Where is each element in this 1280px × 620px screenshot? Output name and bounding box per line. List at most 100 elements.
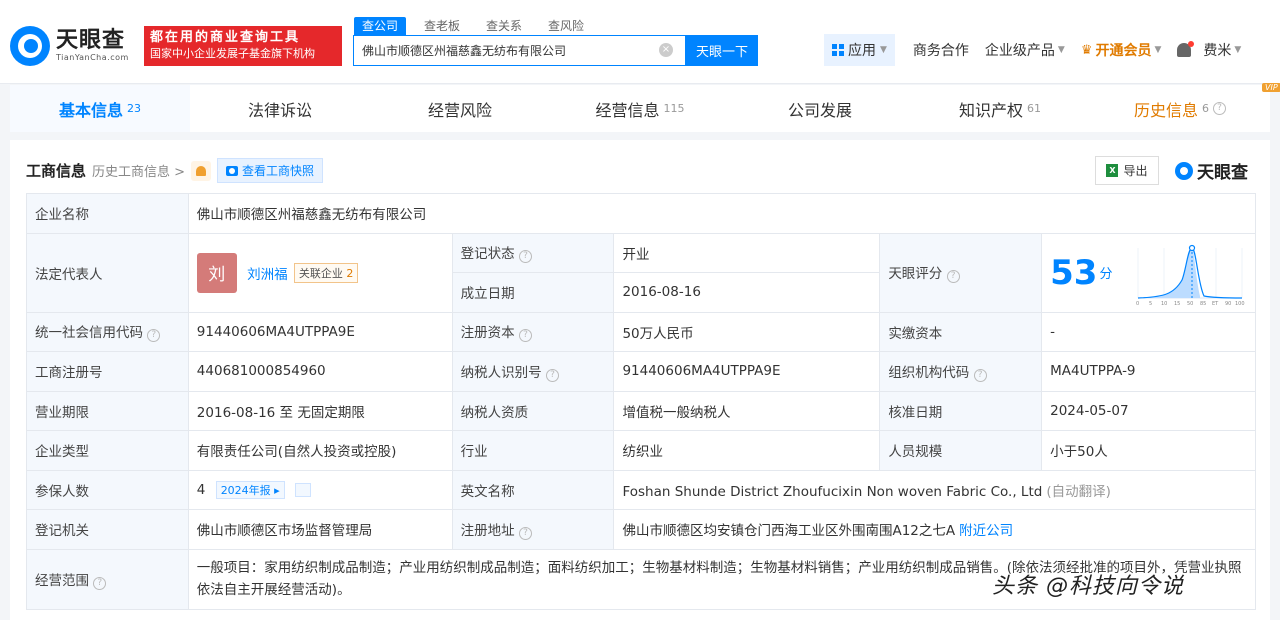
value-en-name: Foshan Shunde District Zhoufucixin Non w… xyxy=(613,469,1256,510)
notification-bell-icon[interactable] xyxy=(1177,41,1195,57)
apps-label: 应用 xyxy=(848,43,876,59)
tab-basic-info[interactable]: 基本信息 23 xyxy=(10,85,190,132)
crown-icon: ♛ xyxy=(1080,42,1093,58)
label-industry: 行业 xyxy=(451,430,615,471)
value-type: 有限责任公司(自然人投资或控股) xyxy=(187,430,453,471)
monitor-bell-icon[interactable] xyxy=(191,160,212,181)
help-icon[interactable]: ? xyxy=(973,368,987,382)
value-reg-status: 开业 xyxy=(613,232,881,273)
tab-business-info[interactable]: 经营信息 115 xyxy=(550,85,730,132)
label-score: 天眼评分 ? xyxy=(879,232,1043,313)
label-reg-capital: 注册资本 ? xyxy=(451,311,615,352)
value-score[interactable]: 53 分 0 5 10 15 50 85 ET 90 100 xyxy=(1041,232,1256,313)
history-info-link[interactable]: 历史工商信息 > xyxy=(92,161,185,180)
search-input[interactable] xyxy=(354,36,654,65)
grid-icon xyxy=(832,44,844,56)
help-icon[interactable]: ? xyxy=(518,250,532,264)
camera-icon xyxy=(226,165,239,176)
auto-translate-note: (自动翻译) xyxy=(1046,483,1111,500)
svg-text:50: 50 xyxy=(1187,301,1193,306)
help-icon[interactable]: ? xyxy=(946,270,960,283)
chevron-down-icon: ▼ xyxy=(1154,45,1162,55)
related-companies-tag[interactable]: 关联企业 2 xyxy=(293,262,359,283)
tab-ip[interactable]: 知识产权 61 xyxy=(910,85,1090,132)
annual-report-tag[interactable]: 2024年报 ▸ xyxy=(215,480,285,499)
table-row: 企业类型 有限责任公司(自然人投资或控股) 行业 纺织业 人员规模 小于50人 xyxy=(26,430,1256,471)
search-button[interactable]: 天眼一下 xyxy=(686,35,758,66)
top-nav: 应用 ▼ 商务合作 企业级产品 ▼ ♛ 开通会员 ▼ 费米 ▼ xyxy=(824,34,1257,66)
label-company-name: 企业名称 xyxy=(26,193,189,234)
svg-text:5: 5 xyxy=(1149,301,1152,306)
label-scope: 经营范围 ? xyxy=(26,548,189,610)
chevron-down-icon: ▼ xyxy=(1234,45,1242,55)
export-button[interactable]: X 导出 xyxy=(1095,156,1159,185)
help-icon[interactable]: ? xyxy=(518,329,532,343)
label-staff: 人员规模 xyxy=(879,430,1043,471)
label-address: 注册地址 ? xyxy=(451,509,615,550)
trend-chart-icon[interactable] xyxy=(295,482,312,497)
value-org-code: MA4UTPPA-9 xyxy=(1041,351,1256,392)
value-company-name: 佛山市顺德区州福慈鑫无纺布有限公司 xyxy=(187,193,1257,234)
logo[interactable]: 天眼查 TianYanCha.com xyxy=(10,26,129,66)
label-insured: 参保人数 xyxy=(26,469,189,510)
table-row: 法定代表人 刘 刘洲福 关联企业 2 登记状态 ? 开业 天眼评分 ? 53分 xyxy=(26,232,1256,313)
value-paid-capital: - xyxy=(1041,311,1256,352)
value-insured: 4 2024年报 ▸ xyxy=(187,469,453,510)
help-icon[interactable]: ? xyxy=(518,526,532,540)
label-paid-capital: 实缴资本 xyxy=(879,311,1043,352)
value-staff: 小于50人 xyxy=(1041,430,1256,471)
label-taxpayer-id: 纳税人识别号 ? xyxy=(451,351,615,392)
table-row: 企业名称 佛山市顺德区州福慈鑫无纺布有限公司 xyxy=(26,193,1257,234)
help-icon[interactable]: ? xyxy=(147,329,161,343)
snapshot-button[interactable]: 查看工商快照 xyxy=(217,158,324,183)
value-authority: 佛山市顺德区市场监督管理局 xyxy=(187,509,453,550)
search-tab-risk[interactable]: 查风险 xyxy=(540,17,592,35)
help-icon[interactable]: ? xyxy=(545,368,559,382)
nav-cooperation[interactable]: 商务合作 xyxy=(913,40,969,60)
help-icon[interactable]: ? xyxy=(93,576,107,590)
svg-text:ET: ET xyxy=(1212,301,1219,306)
label-found-date: 成立日期 xyxy=(451,272,615,313)
nearby-companies-link[interactable]: 附近公司 xyxy=(959,523,1013,539)
value-address: 佛山市顺德区均安镇仓门西海工业区外围南围A12之七A 附近公司 xyxy=(613,509,1256,550)
top-bar: 天眼查 TianYanCha.com 都在用的商业查询工具 国家中小企业发展子基… xyxy=(0,0,1280,84)
value-approve-date: 2024-05-07 xyxy=(1041,390,1256,431)
svg-text:10: 10 xyxy=(1161,301,1167,306)
clear-icon[interactable]: × xyxy=(659,43,673,57)
label-credit-code: 统一社会信用代码 ? xyxy=(26,311,189,352)
apps-menu[interactable]: 应用 ▼ xyxy=(824,34,895,66)
tab-history[interactable]: VIP 历史信息 6 ? xyxy=(1090,83,1280,132)
help-icon[interactable]: ? xyxy=(1213,102,1226,115)
promo-banner[interactable]: 都在用的商业查询工具 国家中小企业发展子基金旗下机构 xyxy=(144,26,342,66)
nav-vip[interactable]: ♛ 开通会员 ▼ xyxy=(1081,40,1162,60)
brand-mark: 天眼查 xyxy=(1175,158,1248,183)
nav-enterprise[interactable]: 企业级产品 ▼ xyxy=(985,40,1065,60)
eye-logo-icon xyxy=(10,26,50,66)
tab-development[interactable]: 公司发展 xyxy=(730,85,910,132)
label-taxpayer-qual: 纳税人资质 xyxy=(451,390,615,431)
svg-text:0: 0 xyxy=(1136,301,1139,306)
label-reg-no: 工商注册号 xyxy=(26,351,189,392)
label-legal-rep: 法定代表人 xyxy=(26,232,189,313)
label-en-name: 英文名称 xyxy=(451,469,615,510)
promo-line-2: 国家中小企业发展子基金旗下机构 xyxy=(150,47,315,60)
tab-lawsuits[interactable]: 法律诉讼 xyxy=(190,85,370,132)
table-row: 登记机关 佛山市顺德区市场监督管理局 注册地址 ? 佛山市顺德区均安镇仓门西海工… xyxy=(26,509,1256,550)
user-menu[interactable]: 费米 ▼ xyxy=(1203,40,1241,60)
avatar: 刘 xyxy=(196,252,237,293)
label-term: 营业期限 xyxy=(26,390,189,431)
label-org-code: 组织机构代码 ? xyxy=(879,351,1043,392)
info-table: 企业名称 佛山市顺德区州福慈鑫无纺布有限公司 法定代表人 刘 刘洲福 关联企业 … xyxy=(26,193,1257,610)
search-tab-company[interactable]: 查公司 xyxy=(354,17,407,35)
legal-rep-link[interactable]: 刘洲福 xyxy=(247,267,288,283)
search-tab-boss[interactable]: 查老板 xyxy=(416,17,468,35)
value-industry: 纺织业 xyxy=(613,430,881,471)
svg-text:90: 90 xyxy=(1225,301,1231,306)
vip-badge: VIP xyxy=(1262,83,1280,92)
value-term: 2016-08-16 至 无固定期限 xyxy=(187,390,453,431)
tab-business-risk[interactable]: 经营风险 xyxy=(370,85,550,132)
search-tab-relation[interactable]: 查关系 xyxy=(478,17,530,35)
score-number: 53 xyxy=(1050,252,1098,293)
chevron-down-icon: ▼ xyxy=(880,45,887,55)
score-distribution-curve: 0 5 10 15 50 85 ET 90 100 xyxy=(1136,244,1245,306)
